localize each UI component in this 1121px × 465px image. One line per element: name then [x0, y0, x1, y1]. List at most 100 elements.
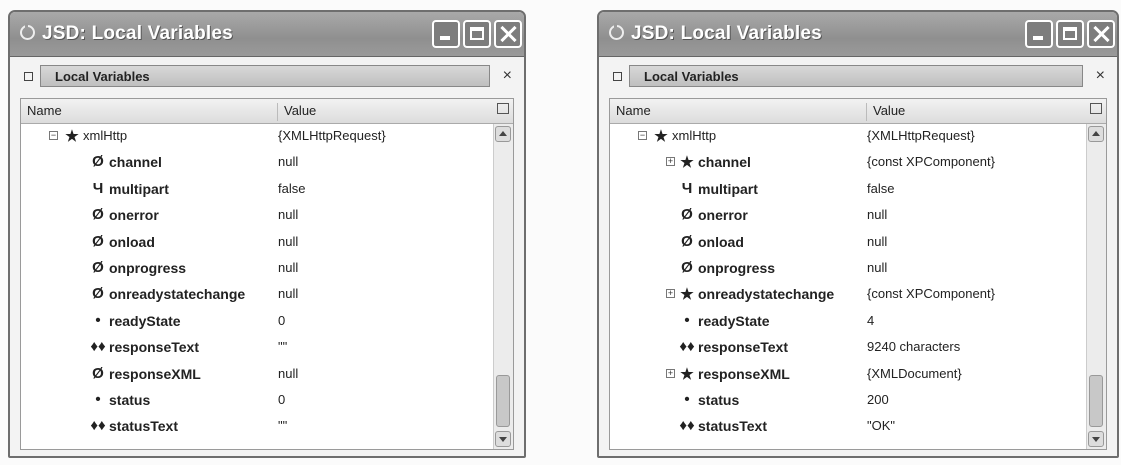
null-icon: Ø: [92, 232, 104, 250]
tree-row[interactable]: • readyState 0: [21, 309, 493, 335]
panel-close-button[interactable]: ×: [503, 66, 512, 86]
variable-name: onreadystatechange: [109, 286, 246, 303]
variable-name: responseXML: [698, 365, 790, 382]
collapse-twisty-icon[interactable]: −: [638, 131, 647, 140]
maximize-button[interactable]: [1056, 20, 1084, 48]
variable-value: false: [867, 180, 895, 196]
panel-header: Local Variables ×: [609, 64, 1107, 90]
vertical-scrollbar[interactable]: [1086, 124, 1106, 449]
null-icon: Ø: [92, 285, 104, 303]
panel-collapse-icon[interactable]: [613, 72, 622, 81]
object-star-icon: ★: [680, 154, 694, 172]
variable-name: onload: [698, 233, 744, 250]
variable-value: 0: [278, 391, 286, 407]
variable-value: null: [278, 259, 299, 275]
panel-close-button[interactable]: ×: [1096, 66, 1105, 86]
tree-row[interactable]: ♦♦ responseText 9240 characters: [610, 335, 1086, 361]
boolean-icon: Ч: [92, 179, 104, 197]
column-value-header[interactable]: Value: [866, 103, 905, 121]
tree-row[interactable]: • status 0: [21, 388, 493, 414]
tree-row[interactable]: + ★ channel {const XPComponent}: [610, 150, 1086, 176]
maximize-button[interactable]: [463, 20, 491, 48]
panel-tab-local-variables[interactable]: Local Variables: [40, 65, 490, 87]
tree-row[interactable]: • readyState 4: [610, 309, 1086, 335]
tree-row[interactable]: ØresponseXML null: [21, 362, 493, 388]
tree-row[interactable]: Øonreadystatechange null: [21, 282, 493, 308]
variable-value: {const XPComponent}: [867, 286, 995, 302]
jsd-window-before: JSD: Local Variables Local Variables × N…: [8, 10, 526, 458]
scroll-thumb[interactable]: [496, 375, 510, 427]
minimize-button[interactable]: [432, 20, 460, 48]
tree-row[interactable]: • status 200: [610, 388, 1086, 414]
tree-rows: − ★ xmlHttp {XMLHttpRequest} + ★ channel {const…: [610, 124, 1086, 441]
tree-row[interactable]: + ★ responseXML {XMLDocument}: [610, 362, 1086, 388]
variable-name: statusText: [109, 418, 178, 435]
tree-row[interactable]: Øonload null: [610, 230, 1086, 256]
expand-twisty-icon[interactable]: +: [666, 289, 675, 299]
column-value-header[interactable]: Value: [277, 103, 316, 121]
tree-row[interactable]: Øchannel null: [21, 150, 493, 176]
variable-name: multipart: [109, 180, 169, 197]
string-icon: ♦♦: [90, 338, 106, 356]
column-name-header[interactable]: Name: [27, 103, 62, 118]
window-title: JSD: Local Variables: [42, 23, 233, 44]
expand-twisty-icon[interactable]: +: [666, 368, 675, 378]
number-icon: •: [95, 390, 101, 408]
panel-tab-local-variables[interactable]: Local Variables: [629, 65, 1083, 87]
column-picker-icon[interactable]: [1090, 103, 1102, 114]
tree-row[interactable]: ♦♦ statusText "": [21, 414, 493, 440]
tree-row[interactable]: Øonload null: [21, 230, 493, 256]
scroll-down-arrow-icon[interactable]: [1088, 431, 1104, 447]
variable-name: xmlHttp: [83, 128, 128, 143]
panel-collapse-icon[interactable]: [24, 72, 33, 81]
scroll-down-arrow-icon[interactable]: [495, 431, 511, 447]
column-name-header[interactable]: Name: [616, 103, 651, 118]
tree-row[interactable]: Øonerror null: [21, 203, 493, 229]
window-title: JSD: Local Variables: [631, 23, 822, 44]
minimize-button[interactable]: [1025, 20, 1053, 48]
tree-row[interactable]: Чmultipart false: [21, 177, 493, 203]
variable-name: status: [698, 391, 740, 408]
title-bar[interactable]: JSD: Local Variables: [599, 12, 1117, 57]
scroll-up-arrow-icon[interactable]: [495, 126, 511, 142]
boolean-icon: Ч: [681, 179, 693, 197]
tree-row[interactable]: ♦♦ statusText "OK": [610, 414, 1086, 440]
variable-value: null: [278, 233, 299, 249]
null-icon: Ø: [681, 232, 693, 250]
tree-row[interactable]: Øonerror null: [610, 203, 1086, 229]
string-icon: ♦♦: [90, 417, 106, 435]
variable-name: channel: [698, 154, 751, 171]
tree-row[interactable]: − ★ xmlHttp {XMLHttpRequest}: [610, 124, 1086, 150]
tree-row[interactable]: + ★ onreadystatechange {const XPComponent}: [610, 282, 1086, 308]
scroll-thumb[interactable]: [1089, 375, 1103, 427]
tree-row[interactable]: Чmultipart false: [610, 177, 1086, 203]
number-icon: •: [684, 390, 690, 408]
title-bar[interactable]: JSD: Local Variables: [10, 12, 524, 57]
variable-name: statusText: [698, 418, 767, 435]
tree-row[interactable]: Øonprogress null: [21, 256, 493, 282]
tree-row[interactable]: − ★ xmlHttp {XMLHttpRequest}: [21, 124, 493, 150]
string-icon: ♦♦: [679, 338, 695, 356]
close-window-button[interactable]: [494, 20, 522, 48]
collapse-twisty-icon[interactable]: −: [49, 131, 58, 140]
column-picker-icon[interactable]: [497, 103, 509, 114]
expand-twisty-icon[interactable]: +: [666, 157, 675, 167]
variable-value: null: [867, 207, 888, 223]
scroll-up-arrow-icon[interactable]: [1088, 126, 1104, 142]
variable-value: {XMLHttpRequest}: [278, 128, 386, 143]
variable-name: onreadystatechange: [698, 286, 835, 303]
variable-name: channel: [109, 154, 162, 171]
tree-row[interactable]: Øonprogress null: [610, 256, 1086, 282]
variable-name: readyState: [698, 312, 770, 329]
close-window-button[interactable]: [1087, 20, 1115, 48]
vertical-scrollbar[interactable]: [493, 124, 513, 449]
variable-value: 9240 characters: [867, 339, 961, 355]
tree-row[interactable]: ♦♦ responseText "": [21, 335, 493, 361]
variable-value: false: [278, 180, 306, 196]
variable-name: onprogress: [698, 259, 776, 276]
object-star-icon: ★: [680, 365, 694, 383]
tree-rows: − ★ xmlHttp {XMLHttpRequest} Øchannel null Чmu…: [21, 124, 493, 441]
variable-value: null: [278, 154, 299, 170]
null-icon: Ø: [92, 206, 104, 224]
variable-name: onerror: [698, 207, 748, 224]
